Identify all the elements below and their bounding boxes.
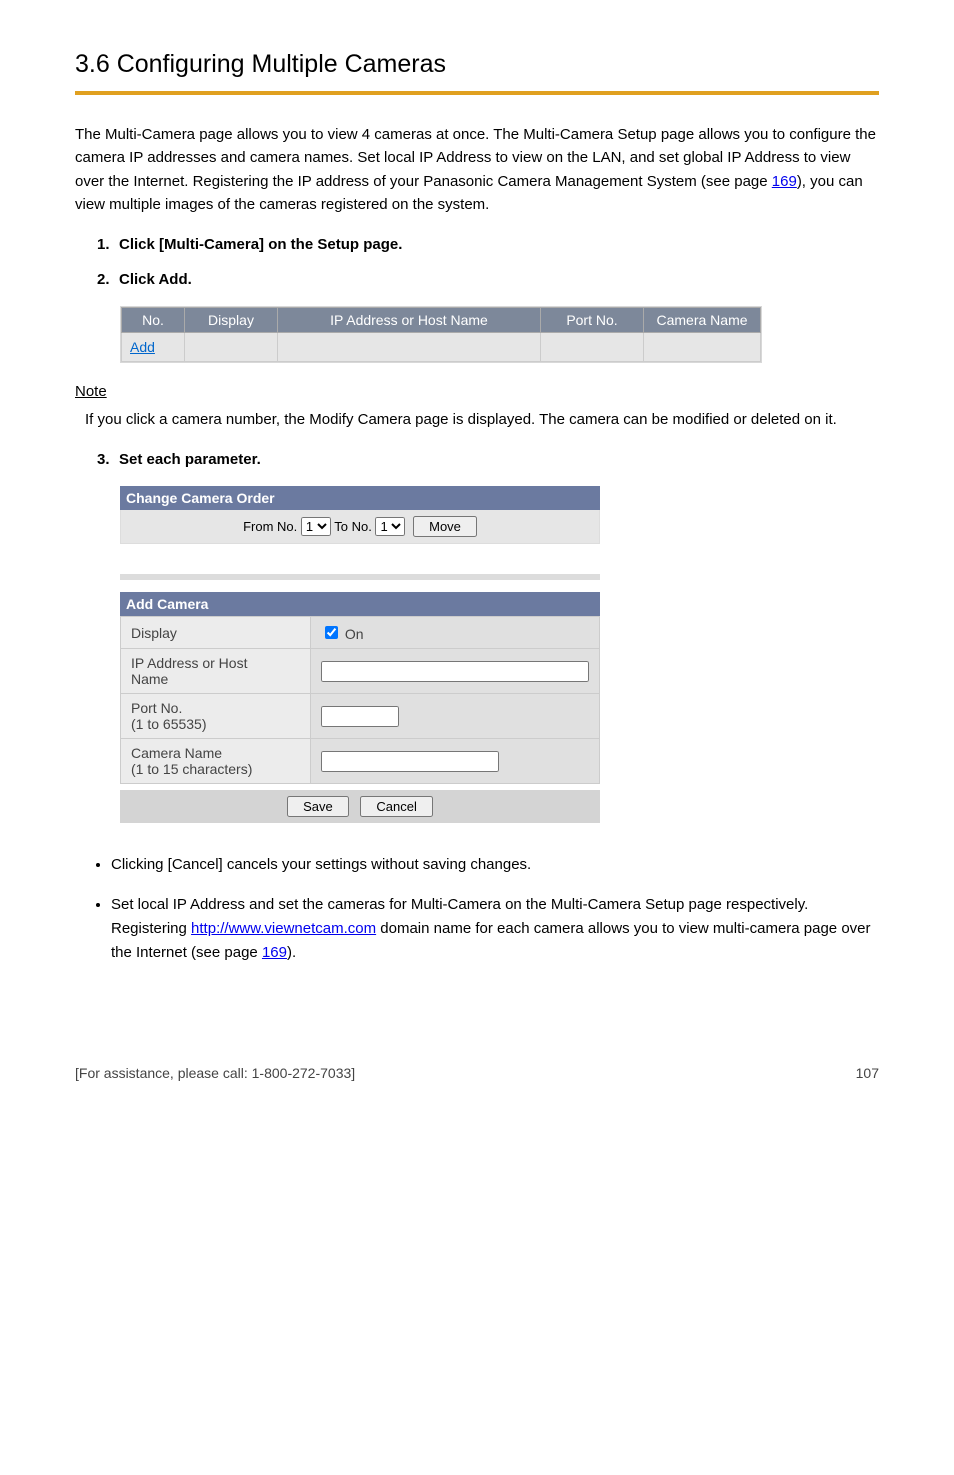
- on-text: On: [345, 626, 364, 642]
- port-label-l2: (1 to 65535): [131, 716, 207, 732]
- add-camera-header: Add Camera: [120, 592, 600, 616]
- bullet-1: Clicking [Cancel] cancels your settings …: [111, 853, 879, 877]
- col-ip: IP Address or Host Name: [278, 308, 541, 333]
- camera-table-screenshot: No. Display IP Address or Host Name Port…: [120, 306, 762, 363]
- port-input[interactable]: [321, 706, 399, 727]
- step-2-text: Click Add.: [119, 271, 192, 288]
- bullet-2: Set local IP Address and set the cameras…: [111, 893, 879, 965]
- col-port: Port No.: [541, 308, 644, 333]
- display-label: Display: [121, 617, 311, 649]
- camname-label: Camera Name (1 to 15 characters): [121, 739, 311, 784]
- note-label: Note: [75, 383, 879, 400]
- viewnetcam-link[interactable]: http://www.viewnetcam.com: [191, 920, 376, 937]
- footer-page-number: 107: [856, 1065, 879, 1081]
- intro-page-link[interactable]: 169: [772, 173, 797, 190]
- camname-input[interactable]: [321, 751, 499, 772]
- step-1: 1.Click [Multi-Camera] on the Setup page…: [75, 236, 879, 253]
- ip-label: IP Address or Host Name: [121, 649, 311, 694]
- heading-divider: [75, 91, 879, 95]
- b2-after: ).: [287, 944, 296, 961]
- camname-label-l2: (1 to 15 characters): [131, 761, 252, 777]
- from-label: From No.: [243, 519, 297, 534]
- cell-display: [185, 333, 278, 362]
- step-2: 2.Click Add.: [75, 271, 879, 288]
- save-button[interactable]: Save: [287, 796, 349, 817]
- col-camname: Camera Name: [644, 308, 761, 333]
- step-3-text: Set each parameter.: [119, 451, 261, 468]
- section-heading: 3.6 Configuring Multiple Cameras: [75, 50, 879, 79]
- trailing-notes: Clicking [Cancel] cancels your settings …: [75, 853, 879, 965]
- from-select[interactable]: 1: [301, 517, 331, 536]
- col-no: No.: [122, 308, 185, 333]
- intro-paragraph: The Multi-Camera page allows you to view…: [75, 123, 879, 216]
- cancel-button[interactable]: Cancel: [360, 796, 432, 817]
- ip-label-l2: Name: [131, 671, 168, 687]
- port-label: Port No. (1 to 65535): [121, 694, 311, 739]
- camname-label-l1: Camera Name: [131, 745, 222, 761]
- ip-label-l1: IP Address or Host: [131, 655, 247, 671]
- cell-port: [541, 333, 644, 362]
- intro-text-before: The Multi-Camera page allows you to view…: [75, 126, 876, 190]
- change-order-panel: Change Camera Order From No. 1 To No. 1 …: [120, 486, 600, 823]
- display-on-checkbox[interactable]: [325, 626, 338, 639]
- col-display: Display: [185, 308, 278, 333]
- step-3: 3.Set each parameter.: [75, 451, 879, 468]
- note-body: If you click a camera number, the Modify…: [75, 408, 879, 431]
- to-label: To No.: [334, 519, 372, 534]
- note-block: Note If you click a camera number, the M…: [75, 383, 879, 431]
- ip-input[interactable]: [321, 661, 589, 682]
- change-order-header: Change Camera Order: [120, 486, 600, 510]
- step-1-text: Click [Multi-Camera] on the Setup page.: [119, 236, 402, 253]
- b2-page-link[interactable]: 169: [262, 944, 287, 961]
- to-select[interactable]: 1: [375, 517, 405, 536]
- footer-left: [For assistance, please call: 1-800-272-…: [75, 1065, 355, 1081]
- move-button[interactable]: Move: [413, 516, 477, 537]
- cell-ip: [278, 333, 541, 362]
- port-label-l1: Port No.: [131, 700, 182, 716]
- add-link[interactable]: Add: [130, 339, 155, 355]
- cell-camname: [644, 333, 761, 362]
- panel-separator: [120, 574, 600, 580]
